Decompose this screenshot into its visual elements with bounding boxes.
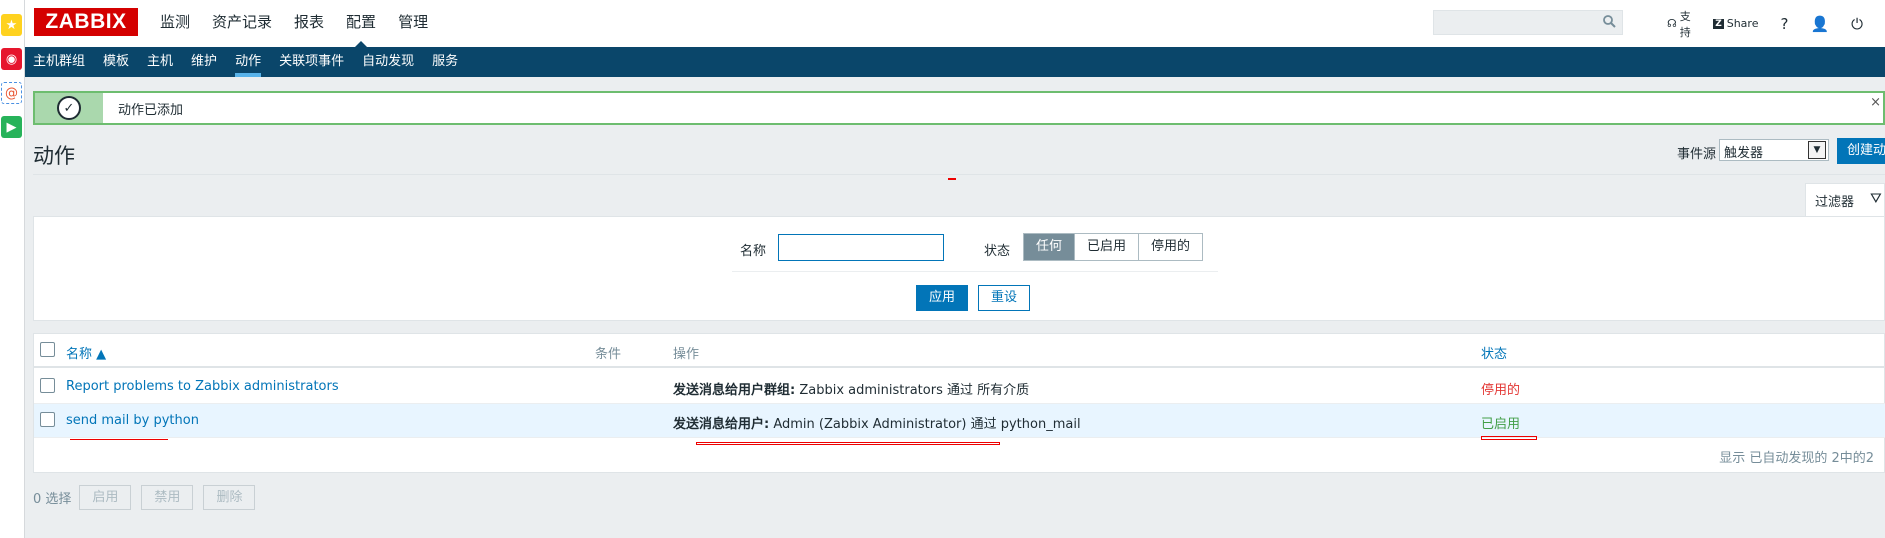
row-checkbox[interactable] [40, 378, 55, 393]
zabbix-logo[interactable]: ZABBIX [34, 8, 138, 36]
header-tools: ☊ 支持 Z Share ? 👤 ⏻ [1667, 0, 1885, 47]
operation-detail: Admin (Zabbix Administrator) 通过 python_m… [769, 417, 1081, 432]
share-label: Share [1726, 17, 1759, 30]
browser-sidebar: ★ ◉ @ ▶ [0, 0, 25, 538]
main-menu: 监测 资产记录 报表 配置 管理 [160, 0, 450, 47]
table-header: 名称 ▲ 条件 操作 状态 [34, 334, 1885, 368]
help-icon[interactable]: ? [1780, 15, 1788, 33]
annotation-box [696, 442, 1000, 445]
header-name[interactable]: 名称 ▲ [66, 343, 106, 362]
subnav-host-groups[interactable]: 主机群组 [33, 47, 85, 77]
enable-button[interactable]: 启用 [79, 484, 132, 510]
support-label: 支持 [1679, 9, 1691, 39]
operation-type: 发送消息给用户: [673, 417, 770, 432]
global-search-input[interactable] [1433, 10, 1623, 35]
weibo-icon[interactable]: ◉ [1, 48, 22, 70]
filter-separator [732, 271, 1218, 272]
header-conditions: 条件 [595, 347, 622, 362]
chevron-down-icon[interactable]: ▼ [1808, 141, 1826, 159]
zabbix-app: ZABBIX 监测 资产记录 报表 配置 管理 ☊ 支持 Z Share ? 👤 [25, 0, 1885, 538]
support-link[interactable]: ☊ 支持 [1667, 8, 1691, 40]
filter-icon: ⛛ [1870, 191, 1882, 207]
status-disabled-option[interactable]: 停用的 [1139, 234, 1203, 260]
action-operations: 发送消息给用户: Admin (Zabbix Administrator) 通过… [673, 413, 1081, 432]
subnav-hosts[interactable]: 主机 [147, 47, 173, 77]
subnav-templates[interactable]: 模板 [103, 47, 129, 77]
filter-tab[interactable]: 过滤器 ⛛ [1805, 183, 1885, 217]
search-icon[interactable] [1603, 15, 1616, 28]
actions-table: 名称 ▲ 条件 操作 状态 Report problems to Zabbix … [33, 333, 1885, 473]
event-source-select[interactable]: 触发器 ▼ [1719, 139, 1829, 161]
subnav-event-correlation[interactable]: 关联项事件 [279, 47, 344, 77]
share-z-icon: Z [1713, 18, 1724, 29]
menu-configuration[interactable]: 配置 [346, 0, 376, 47]
delete-button[interactable]: 删除 [203, 484, 256, 510]
status-toggle[interactable]: 已启用 [1481, 413, 1520, 432]
row-checkbox[interactable] [40, 412, 55, 427]
header-divider [33, 174, 1885, 175]
action-name-link[interactable]: Report problems to Zabbix administrators [66, 379, 339, 394]
filter-name-input[interactable] [778, 234, 944, 261]
success-icon-box: ✓ [35, 93, 103, 123]
annotation-mark [948, 178, 956, 180]
operation-type: 发送消息给用户群组: [673, 383, 796, 398]
select-all-checkbox[interactable] [40, 342, 55, 357]
success-message-text: 动作已添加 [118, 103, 184, 118]
menu-administration[interactable]: 管理 [398, 0, 428, 47]
table-row: send mail by python 发送消息给用户: Admin (Zabb… [34, 404, 1885, 438]
disable-button[interactable]: 禁用 [141, 484, 194, 510]
operation-detail: Zabbix administrators 通过 所有介质 [795, 383, 1030, 398]
filter-status-label: 状态 [984, 244, 1011, 259]
menu-reports[interactable]: 报表 [294, 0, 324, 47]
annotation-underline [70, 439, 168, 440]
mass-action-bar: 0 选择 启用 禁用 删除 [33, 484, 265, 510]
table-row: Report problems to Zabbix administrators… [34, 370, 1885, 404]
status-segmented-control: 任何 已启用 停用的 [1023, 233, 1204, 261]
header-status[interactable]: 状态 [1481, 343, 1507, 362]
status-any-option[interactable]: 任何 [1024, 234, 1076, 260]
subnav-maintenance[interactable]: 维护 [191, 47, 217, 77]
filter-tab-label: 过滤器 [1815, 195, 1855, 210]
headset-icon: ☊ [1667, 17, 1677, 30]
page-title: 动作 [33, 144, 75, 168]
menu-monitoring[interactable]: 监测 [160, 0, 190, 47]
star-icon[interactable]: ★ [1, 14, 22, 36]
event-source-value: 触发器 [1724, 146, 1764, 161]
media-icon[interactable]: ▶ [1, 116, 22, 138]
annotation-box [1481, 436, 1537, 440]
share-link[interactable]: Z Share [1713, 17, 1758, 30]
apply-button[interactable]: 应用 [916, 285, 968, 311]
status-enabled-option[interactable]: 已启用 [1075, 234, 1140, 260]
filter-panel: 名称 状态 任何 已启用 停用的 应用 重设 [33, 216, 1885, 321]
status-toggle[interactable]: 停用的 [1481, 379, 1520, 398]
event-source-label: 事件源 [1677, 147, 1717, 162]
top-header: ZABBIX 监测 资产记录 报表 配置 管理 ☊ 支持 Z Share ? 👤 [25, 0, 1885, 47]
subnav-discovery[interactable]: 自动发现 [362, 47, 414, 77]
action-operations: 发送消息给用户群组: Zabbix administrators 通过 所有介质 [673, 379, 1029, 398]
action-name-link[interactable]: send mail by python [66, 413, 199, 428]
check-icon: ✓ [57, 96, 81, 120]
create-action-button[interactable]: 创建动作 [1837, 138, 1885, 164]
user-icon[interactable]: 👤 [1810, 15, 1829, 33]
success-message: ✓ 动作已添加 × [33, 91, 1885, 125]
header-operations: 操作 [673, 347, 700, 362]
at-icon[interactable]: @ [1, 82, 22, 104]
selected-count: 0 选择 [33, 491, 72, 507]
filter-name-label: 名称 [740, 244, 767, 259]
subnav-actions[interactable]: 动作 [235, 47, 262, 77]
power-icon[interactable]: ⏻ [1851, 15, 1863, 33]
close-icon[interactable]: × [1870, 95, 1881, 110]
subnav-services[interactable]: 服务 [432, 47, 458, 77]
sub-menu: 主机群组 模板 主机 维护 动作 关联项事件 自动发现 服务 [25, 47, 1885, 77]
table-footer-info: 显示 已自动发现的 2中的2 [1719, 451, 1874, 466]
reset-button[interactable]: 重设 [978, 285, 1030, 311]
menu-inventory[interactable]: 资产记录 [212, 0, 272, 47]
